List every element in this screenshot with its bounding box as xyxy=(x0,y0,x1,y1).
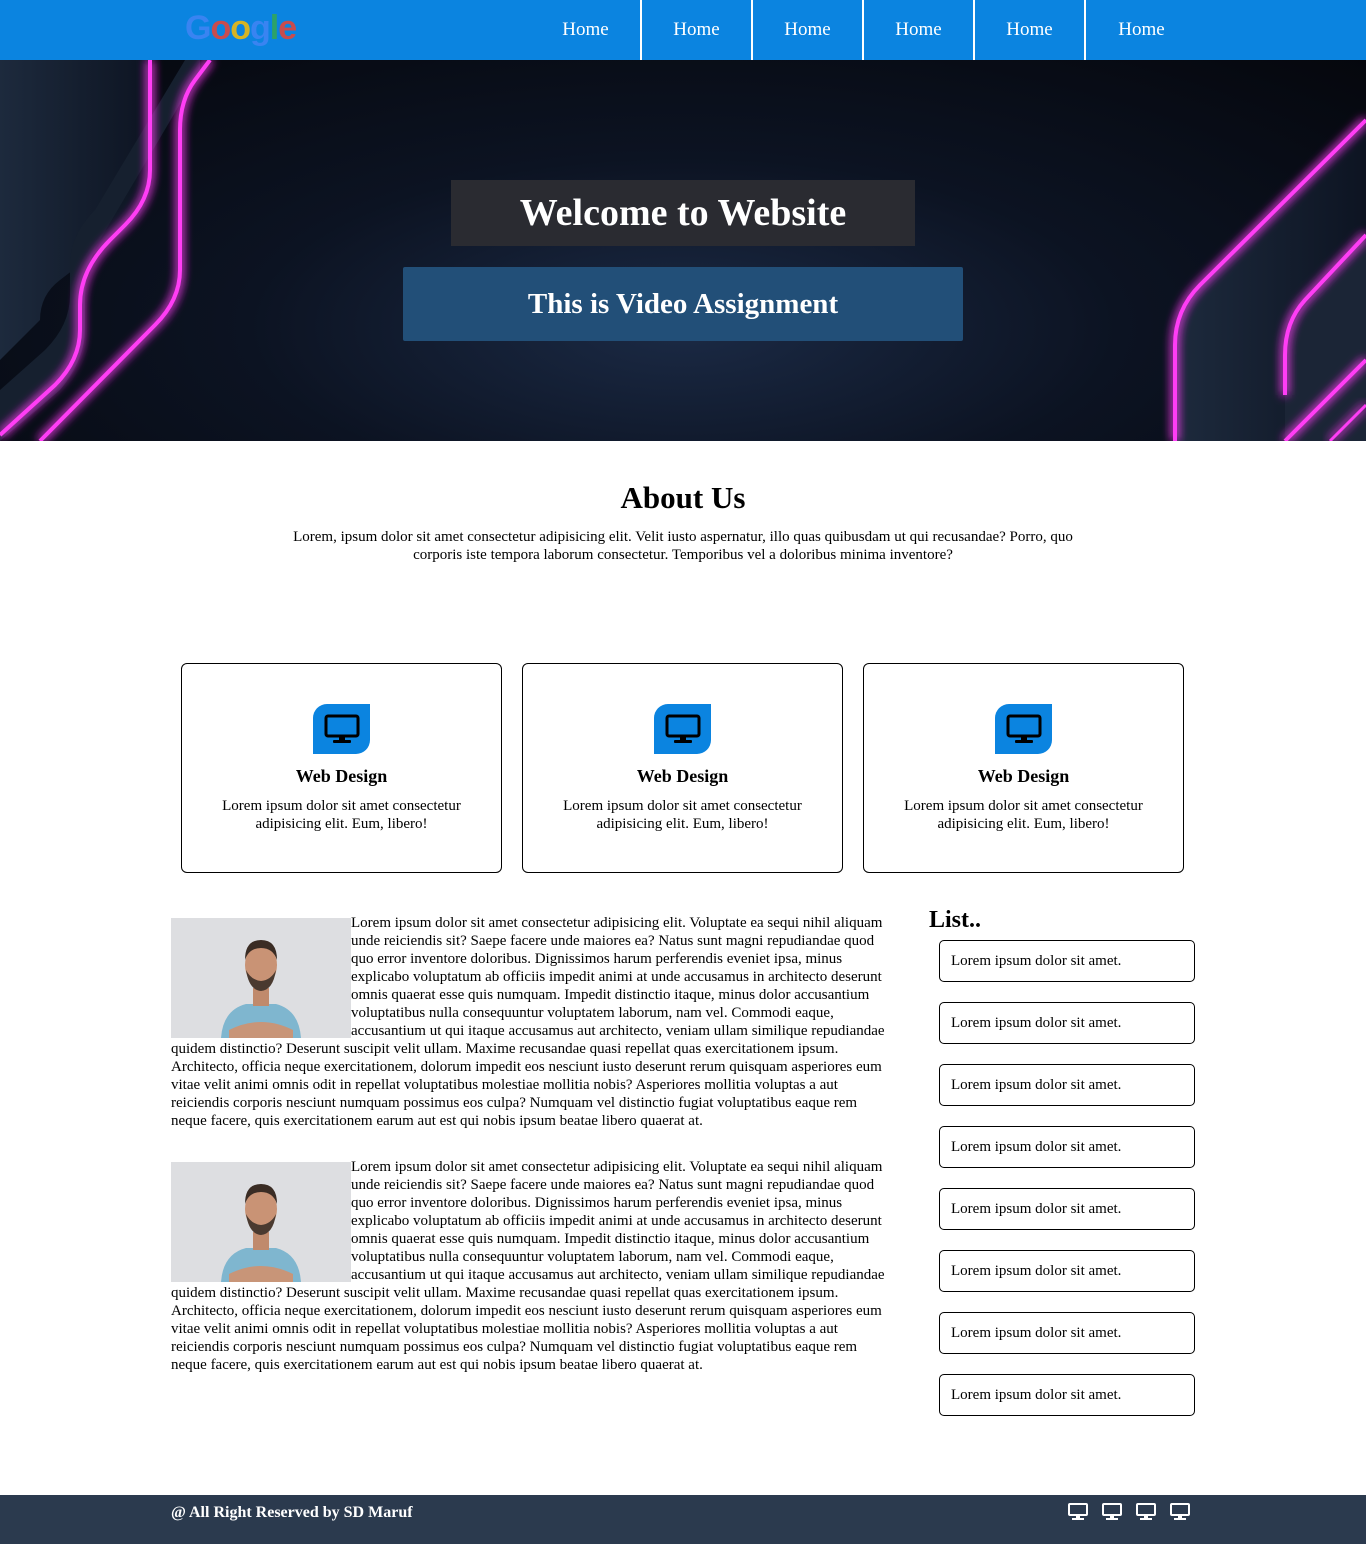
hero-banner: Welcome to Website This is Video Assignm… xyxy=(0,60,1366,441)
top-navbar: Google Home Home Home Home Home Home xyxy=(0,0,1366,60)
article: Lorem ipsum dolor sit amet consectetur a… xyxy=(171,1158,891,1374)
monitor-icon xyxy=(654,704,711,754)
list-item[interactable]: Lorem ipsum dolor sit amet. xyxy=(939,1374,1195,1416)
articles: Lorem ipsum dolor sit amet consectetur a… xyxy=(171,914,891,1374)
service-cards: Web Design Lorem ipsum dolor sit amet co… xyxy=(181,663,1184,873)
monitor-icon[interactable] xyxy=(1068,1503,1088,1526)
monitor-icon xyxy=(995,704,1052,754)
list-item[interactable]: Lorem ipsum dolor sit amet. xyxy=(939,1188,1195,1230)
nav-link-home-5[interactable]: Home xyxy=(975,0,1086,60)
sidebar-list-title: List.. xyxy=(929,907,982,933)
neon-background-graphic xyxy=(0,60,1366,441)
about-text: Lorem, ipsum dolor sit amet consectetur … xyxy=(293,529,1073,563)
monitor-icon[interactable] xyxy=(1102,1503,1122,1526)
about-title: About Us xyxy=(620,480,746,515)
article: Lorem ipsum dolor sit amet consectetur a… xyxy=(171,914,891,1130)
service-card-title: Web Design xyxy=(295,766,388,786)
person-photo xyxy=(171,918,351,1038)
list-item[interactable]: Lorem ipsum dolor sit amet. xyxy=(939,1002,1195,1044)
list-item[interactable]: Lorem ipsum dolor sit amet. xyxy=(939,1250,1195,1292)
monitor-icon[interactable] xyxy=(1170,1503,1190,1526)
sidebar-list: Lorem ipsum dolor sit amet. Lorem ipsum … xyxy=(939,940,1195,1436)
service-card: Web Design Lorem ipsum dolor sit amet co… xyxy=(181,663,502,873)
list-item[interactable]: Lorem ipsum dolor sit amet. xyxy=(939,940,1195,982)
service-card-text: Lorem ipsum dolor sit amet consectetur a… xyxy=(563,798,802,832)
list-item[interactable]: Lorem ipsum dolor sit amet. xyxy=(939,1064,1195,1106)
hero-title: Welcome to Website xyxy=(451,180,915,246)
nav-link-home-2[interactable]: Home xyxy=(642,0,753,60)
nav-link-home-6[interactable]: Home xyxy=(1086,0,1197,60)
nav-link-home-3[interactable]: Home xyxy=(753,0,864,60)
google-logo[interactable]: Google xyxy=(185,8,297,48)
service-card-text: Lorem ipsum dolor sit amet consectetur a… xyxy=(222,798,461,832)
monitor-icon xyxy=(313,704,370,754)
footer-copyright: @ All Right Reserved by SD Maruf xyxy=(171,1504,413,1521)
list-item[interactable]: Lorem ipsum dolor sit amet. xyxy=(939,1126,1195,1168)
service-card: Web Design Lorem ipsum dolor sit amet co… xyxy=(863,663,1184,873)
nav-link-home-1[interactable]: Home xyxy=(531,0,642,60)
service-card-title: Web Design xyxy=(977,766,1070,786)
footer-icons xyxy=(1068,1503,1190,1526)
person-photo xyxy=(171,1162,351,1282)
list-item[interactable]: Lorem ipsum dolor sit amet. xyxy=(939,1312,1195,1354)
monitor-icon[interactable] xyxy=(1136,1503,1156,1526)
nav-link-home-4[interactable]: Home xyxy=(864,0,975,60)
hero-subtitle: This is Video Assignment xyxy=(403,267,963,341)
service-card: Web Design Lorem ipsum dolor sit amet co… xyxy=(522,663,843,873)
footer: @ All Right Reserved by SD Maruf xyxy=(0,1495,1366,1544)
service-card-text: Lorem ipsum dolor sit amet consectetur a… xyxy=(904,798,1143,832)
service-card-title: Web Design xyxy=(636,766,729,786)
nav-menu: Home Home Home Home Home Home xyxy=(531,0,1197,60)
